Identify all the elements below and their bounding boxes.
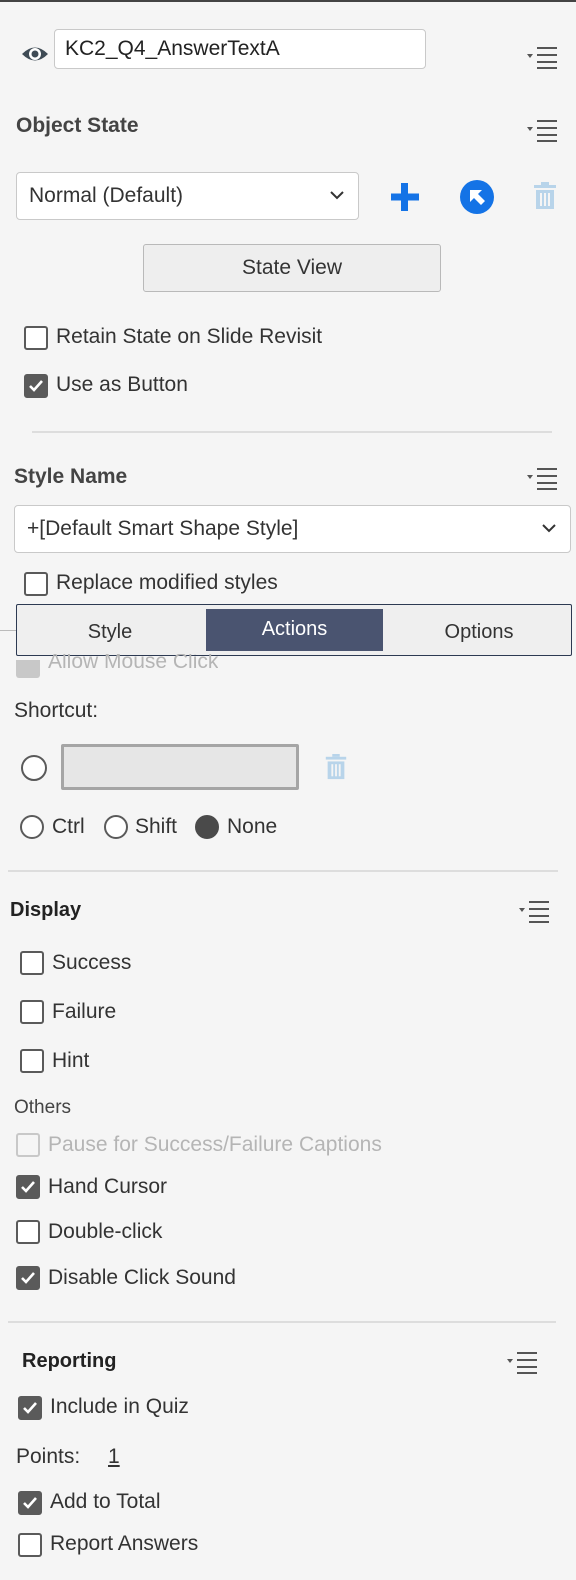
- hand-cursor-label: Hand Cursor: [48, 1175, 168, 1198]
- add-state-icon[interactable]: [389, 181, 421, 213]
- include-in-quiz-label: Include in Quiz: [50, 1395, 189, 1418]
- failure-label: Failure: [52, 1000, 117, 1023]
- hint-checkbox[interactable]: [20, 1049, 44, 1073]
- style-menu-icon[interactable]: [525, 466, 559, 490]
- hand-cursor-checkbox[interactable]: [16, 1175, 40, 1199]
- ctrl-radio[interactable]: [20, 815, 44, 839]
- tab-options[interactable]: Options: [387, 605, 571, 655]
- report-answers-label: Report Answers: [50, 1532, 199, 1555]
- success-checkbox[interactable]: [20, 951, 44, 975]
- chevron-down-icon: [542, 524, 556, 533]
- delete-state-icon: [533, 182, 557, 210]
- display-heading: Display: [10, 899, 82, 921]
- property-tabs: Style Actions Options: [16, 604, 572, 656]
- state-arrow-icon[interactable]: [459, 179, 495, 215]
- retain-state-checkbox[interactable]: [24, 326, 48, 350]
- none-radio[interactable]: [195, 815, 219, 839]
- disable-click-sound-label: Disable Click Sound: [48, 1266, 236, 1289]
- object-state-menu-icon[interactable]: [525, 118, 559, 142]
- top-border: [0, 0, 576, 2]
- style-name-heading: Style Name: [14, 465, 128, 488]
- pause-captions-checkbox: [16, 1133, 40, 1157]
- success-label: Success: [52, 951, 132, 974]
- disable-click-sound-checkbox[interactable]: [16, 1266, 40, 1290]
- divider: [32, 431, 552, 433]
- object-name-field[interactable]: KC2_Q4_AnswerTextA: [54, 29, 426, 69]
- tabbar-left-line: [0, 630, 16, 631]
- replace-styles-label: Replace modified styles: [56, 571, 278, 594]
- use-as-button-label: Use as Button: [56, 373, 188, 396]
- add-to-total-label: Add to Total: [50, 1490, 161, 1513]
- chevron-down-icon: [330, 191, 344, 200]
- reporting-menu-icon[interactable]: [505, 1350, 539, 1374]
- delete-shortcut-icon: [324, 754, 348, 780]
- pause-captions-label: Pause for Success/Failure Captions: [48, 1133, 382, 1156]
- eye-icon[interactable]: [20, 42, 50, 66]
- double-click-checkbox[interactable]: [16, 1220, 40, 1244]
- shift-radio[interactable]: [104, 815, 128, 839]
- others-heading: Others: [14, 1097, 72, 1118]
- tab-style[interactable]: Style: [17, 605, 203, 655]
- hint-label: Hint: [52, 1049, 90, 1072]
- allow-mouse-click-label: Allow Mouse Click: [48, 654, 219, 673]
- replace-styles-checkbox[interactable]: [24, 572, 48, 596]
- failure-checkbox[interactable]: [20, 1000, 44, 1024]
- tab-actions[interactable]: Actions: [206, 609, 383, 651]
- retain-state-label: Retain State on Slide Revisit: [56, 325, 323, 348]
- style-select-value: +[Default Smart Shape Style]: [27, 517, 299, 540]
- state-select-value: Normal (Default): [29, 184, 184, 207]
- use-as-button-checkbox[interactable]: [24, 374, 48, 398]
- none-label: None: [227, 815, 278, 838]
- style-select[interactable]: +[Default Smart Shape Style]: [14, 505, 571, 553]
- points-label: Points:: [16, 1445, 81, 1468]
- points-value[interactable]: 1: [108, 1445, 120, 1469]
- divider: [8, 870, 558, 872]
- ctrl-label: Ctrl: [52, 815, 85, 838]
- panel-menu-icon[interactable]: [525, 45, 559, 69]
- display-menu-icon[interactable]: [517, 899, 551, 923]
- include-in-quiz-checkbox[interactable]: [18, 1396, 42, 1420]
- allow-mouse-click-checkbox: [16, 660, 40, 678]
- divider: [8, 1321, 556, 1323]
- reporting-heading: Reporting: [22, 1350, 117, 1372]
- object-state-heading: Object State: [16, 114, 139, 137]
- shift-label: Shift: [135, 815, 178, 838]
- double-click-label: Double-click: [48, 1220, 163, 1243]
- add-to-total-checkbox[interactable]: [18, 1491, 42, 1515]
- report-answers-checkbox[interactable]: [18, 1533, 42, 1557]
- shortcut-label: Shortcut:: [14, 699, 99, 722]
- shortcut-radio[interactable]: [21, 755, 47, 781]
- shortcut-field[interactable]: [61, 744, 299, 790]
- state-view-button[interactable]: State View: [143, 244, 441, 292]
- state-select[interactable]: Normal (Default): [16, 172, 359, 220]
